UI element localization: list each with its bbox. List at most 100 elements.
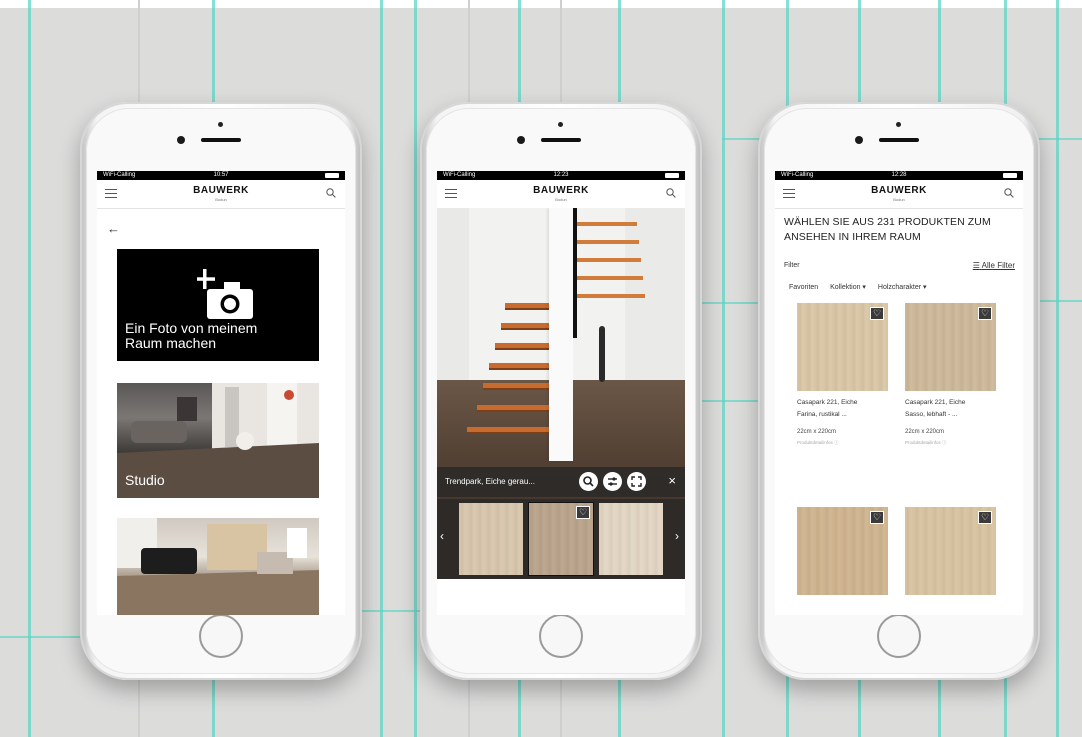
stair-step [577,294,645,298]
close-icon[interactable]: × [668,473,676,488]
speaker [201,138,241,142]
filter-chips: Favoriten Kollektion ▾ Holzcharakter ▾ [789,283,937,291]
battery-icon [325,173,339,178]
chevron-left-icon[interactable]: ‹ [440,529,444,543]
stair-step [501,323,549,330]
product-details-link[interactable]: Produktdetailinfos ⓘ [905,440,996,446]
room-card-living[interactable] [117,518,319,615]
floor-lamp [599,326,605,382]
heart-icon[interactable]: ♡ [870,307,884,320]
stair-step [483,383,549,390]
product-name: Casapark 221, Eiche Farina, rustikal ... [797,397,888,421]
room-wall [437,208,469,408]
heart-icon[interactable]: ♡ [978,307,992,320]
app-header: BAUWERK Bodun [437,180,685,209]
home-button[interactable] [199,614,243,658]
product-image: ♡ [905,303,996,391]
sliders-icon[interactable] [603,472,622,491]
stair-step [467,427,549,434]
product-name-line1: Casapark 221, Eiche [905,399,966,406]
brand-logo-sub: Bodun [555,197,567,202]
take-photo-label: Ein Foto von meinem Raum machen [125,321,257,351]
stair-step [577,276,643,280]
product-image: ♡ [905,507,996,595]
filter-sliders-icon: ☰ [972,261,980,270]
screen: WiFi-Calling 10:57 BAUWERK Bodun ← Ein F… [97,171,345,615]
take-photo-line2: Raum machen [125,335,217,351]
tile-joint [700,400,762,402]
product-name: Casapark 221, Eiche Sasso, lebhaft - ... [905,397,996,421]
product-card[interactable]: ♡ [797,507,888,595]
living-room-photo [117,518,319,615]
wood-swatch-selected[interactable]: ♡ [528,502,594,576]
product-card[interactable]: ♡ [905,507,996,595]
tile-joint [28,0,31,737]
wood-swatch[interactable] [599,503,663,575]
page-title: WÄHLEN SIE AUS 231 PRODUKTEN ZUM ANSEHEN… [784,216,991,243]
search-icon[interactable] [326,188,336,198]
app-header: BAUWERK Bodun [775,180,1023,209]
chip-favoriten[interactable]: Favoriten [789,284,818,291]
zoom-icon[interactable] [579,472,598,491]
room-card-studio[interactable]: Studio [117,383,319,498]
phone-3: WiFi-Calling 12:28 BAUWERK Bodun WÄHLEN … [758,102,1040,680]
arrow-left-icon[interactable]: ← [107,221,120,236]
search-icon[interactable] [1004,188,1014,198]
product-details-link[interactable]: Produktdetailinfos ⓘ [797,440,888,446]
heart-icon[interactable]: ♡ [978,511,992,524]
clock: 12:23 [553,172,569,178]
product-name: Trendpark, Eiche gerau... [445,477,535,486]
battery-icon [1003,173,1017,178]
front-camera [855,136,863,144]
stair-step [577,258,641,262]
front-camera [517,136,525,144]
home-button[interactable] [877,614,921,658]
all-filters-label: Alle Filter [981,261,1015,270]
front-camera [177,136,185,144]
product-toolbar: Trendpark, Eiche gerau... × [437,467,685,497]
status-bar: WiFi-Calling 12:28 [775,171,1023,180]
chip-kollektion[interactable]: Kollektion ▾ [830,284,866,291]
tile-joint [0,636,80,638]
stair-step [505,303,549,310]
phone-2: WiFi-Calling 12:23 BAUWERK Bodun Trendpa… [420,102,702,680]
heart-icon[interactable]: ♡ [870,511,884,524]
stair-rail [573,208,577,338]
take-photo-card[interactable]: Ein Foto von meinem Raum machen [117,249,319,361]
tile-joint [1056,0,1059,737]
status-bar: WiFi-Calling 12:23 [437,171,685,180]
product-card[interactable]: ♡ Casapark 221, Eiche Farina, rustikal .… [797,303,888,446]
home-button[interactable] [539,614,583,658]
tile-joint [722,0,725,737]
clock: 12:28 [891,172,907,178]
search-icon[interactable] [666,188,676,198]
stair-step [577,240,639,244]
brand-logo: BAUWERK [533,185,589,196]
camera-plus-icon [197,269,253,319]
swatch-carousel: ‹ ♡ › [437,499,685,579]
product-card[interactable]: ♡ Casapark 221, Eiche Sasso, lebhaft - .… [905,303,996,446]
chevron-right-icon[interactable]: › [675,529,679,543]
room-card-label: Studio [125,472,165,488]
all-filters-link[interactable]: ☰ Alle Filter [973,261,1015,270]
status-bar: WiFi-Calling 10:57 [97,171,345,180]
phone-1: WiFi-Calling 10:57 BAUWERK Bodun ← Ein F… [80,102,362,680]
tile-joint [414,0,417,737]
product-name-line2: Farina, rustikal ... [797,411,847,418]
sensor-dot [218,122,223,127]
stair-step [577,222,637,226]
wood-swatch[interactable] [459,503,523,575]
room-pillar [549,208,573,461]
filter-label: Filter [784,262,800,269]
battery-icon [665,173,679,178]
top-strip [0,0,1082,8]
heart-icon[interactable]: ♡ [576,506,590,519]
product-image: ♡ [797,507,888,595]
fullscreen-icon[interactable] [627,472,646,491]
product-size: 22cm x 220cm [797,429,837,435]
take-photo-line1: Ein Foto von meinem [125,320,258,336]
chip-holzcharakter[interactable]: Holzcharakter ▾ [878,284,927,291]
stair-step [489,363,549,370]
app-header: BAUWERK Bodun [97,180,345,209]
brand-logo: BAUWERK [193,185,249,196]
